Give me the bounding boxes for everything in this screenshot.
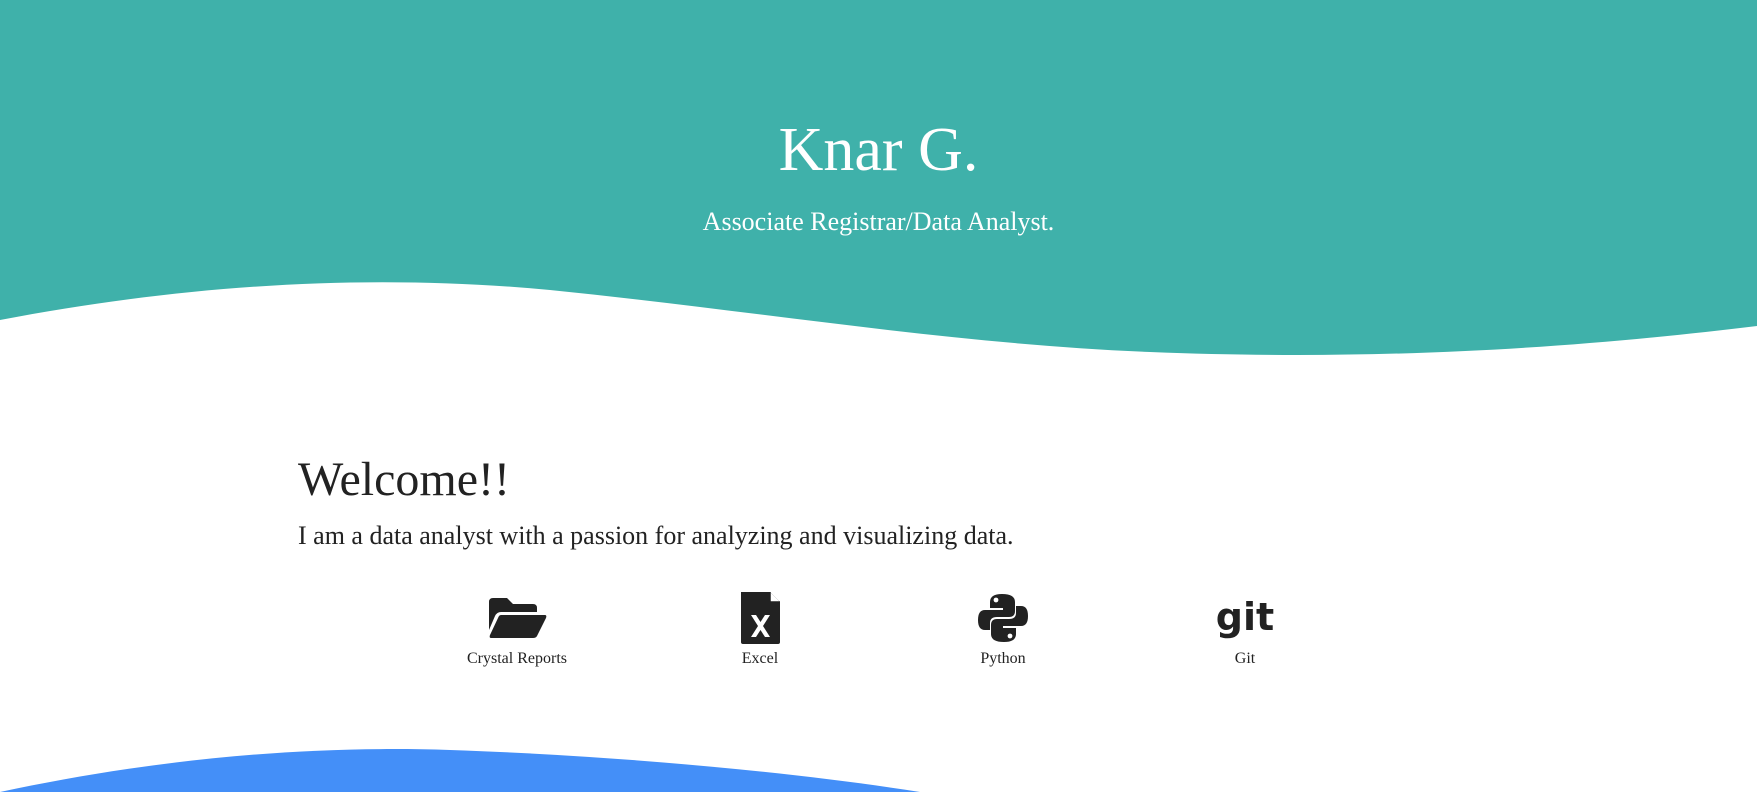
site-subtitle: Associate Registrar/Data Analyst. (702, 207, 1055, 236)
python-icon (978, 594, 1028, 642)
folder-open-icon (489, 598, 547, 638)
intro-text: I am a data analyst with a passion for a… (298, 521, 1014, 550)
git-icon: git (1216, 595, 1274, 639)
hero-header: Knar G. Associate Registrar/Data Analyst… (0, 0, 1757, 370)
skill-crystal-reports: Crystal Reports (427, 592, 607, 669)
skill-excel: Excel (670, 592, 850, 669)
skill-label: Excel (741, 650, 779, 667)
footer-wave (0, 749, 920, 792)
file-excel-icon (741, 592, 780, 644)
svg-text:git: git (1216, 595, 1274, 639)
skill-label: Python (980, 650, 1026, 667)
site-title: Knar G. (778, 116, 979, 184)
skill-label: Git (1234, 650, 1256, 667)
welcome-heading: Welcome!! (298, 453, 511, 506)
skill-git: git Git (1155, 592, 1335, 669)
skill-python: Python (913, 592, 1093, 669)
skill-label: Crystal Reports (467, 650, 567, 667)
